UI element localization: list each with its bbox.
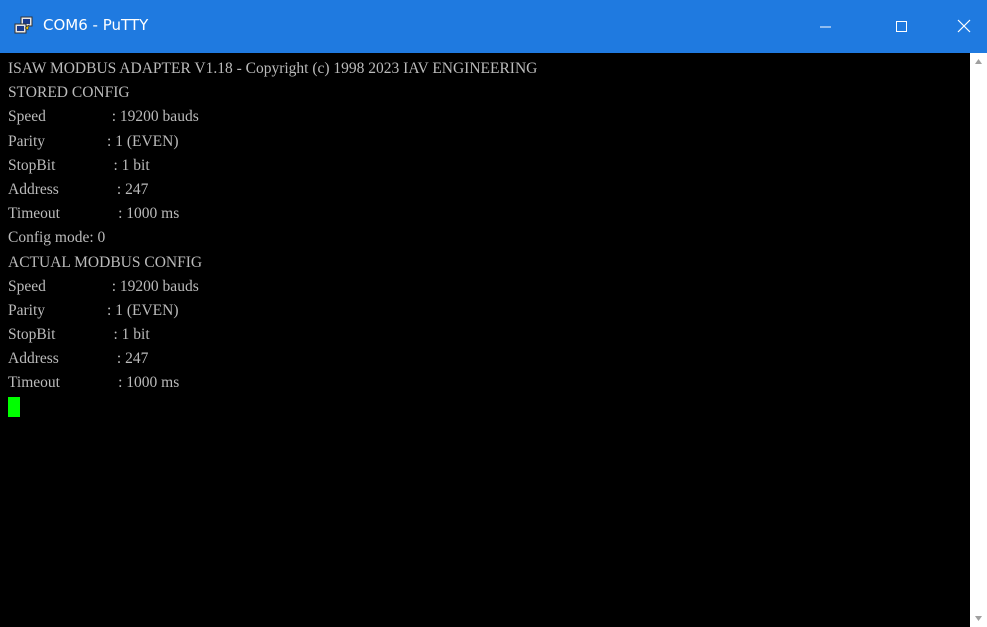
putty-window: COM6 - PuTTY ISAW MODBUS ADAPTER V1.18 -…	[0, 0, 987, 627]
scroll-down-button[interactable]	[970, 610, 987, 627]
terminal-line: STORED CONFIG	[8, 84, 130, 102]
close-icon	[957, 19, 971, 33]
terminal-line: ACTUAL MODBUS CONFIG	[8, 253, 203, 271]
minimize-icon	[820, 26, 831, 28]
terminal-line: StopBit : 1 bit	[8, 326, 150, 344]
cursor-line	[8, 396, 537, 420]
maximize-icon	[896, 21, 907, 32]
scroll-down-arrow-icon	[975, 616, 982, 621]
terminal-line: Parity : 1 (EVEN)	[8, 132, 179, 150]
minimize-button[interactable]	[800, 0, 856, 53]
terminal-line: Speed : 19200 bauds	[8, 108, 199, 126]
terminal-line: Address : 247	[8, 180, 149, 198]
title-bar[interactable]: COM6 - PuTTY	[0, 0, 987, 53]
terminal-cursor	[8, 396, 20, 417]
terminal-line: Config mode: 0	[8, 229, 106, 247]
terminal-line: ISAW MODBUS ADAPTER V1.18 - Copyright (c…	[8, 60, 538, 77]
terminal-area[interactable]: ISAW MODBUS ADAPTER V1.18 - Copyright (c…	[0, 53, 970, 627]
terminal-line: StopBit : 1 bit	[8, 156, 150, 174]
putty-icon[interactable]	[14, 16, 34, 36]
scroll-up-arrow-icon	[975, 59, 982, 64]
terminal-line: Timeout : 1000 ms	[8, 374, 180, 392]
window-title: COM6 - PuTTY	[43, 16, 149, 34]
terminal-line: Address : 247	[8, 350, 149, 368]
scroll-up-button[interactable]	[970, 53, 987, 70]
terminal-line: Parity : 1 (EVEN)	[8, 301, 179, 319]
terminal-line: Speed : 19200 bauds	[8, 277, 199, 295]
terminal-output: ISAW MODBUS ADAPTER V1.18 - Copyright (c…	[8, 57, 537, 420]
close-button[interactable]	[934, 0, 987, 53]
terminal-line: Timeout : 1000 ms	[8, 205, 180, 223]
maximize-button[interactable]	[872, 0, 928, 53]
vertical-scrollbar[interactable]	[970, 53, 987, 627]
